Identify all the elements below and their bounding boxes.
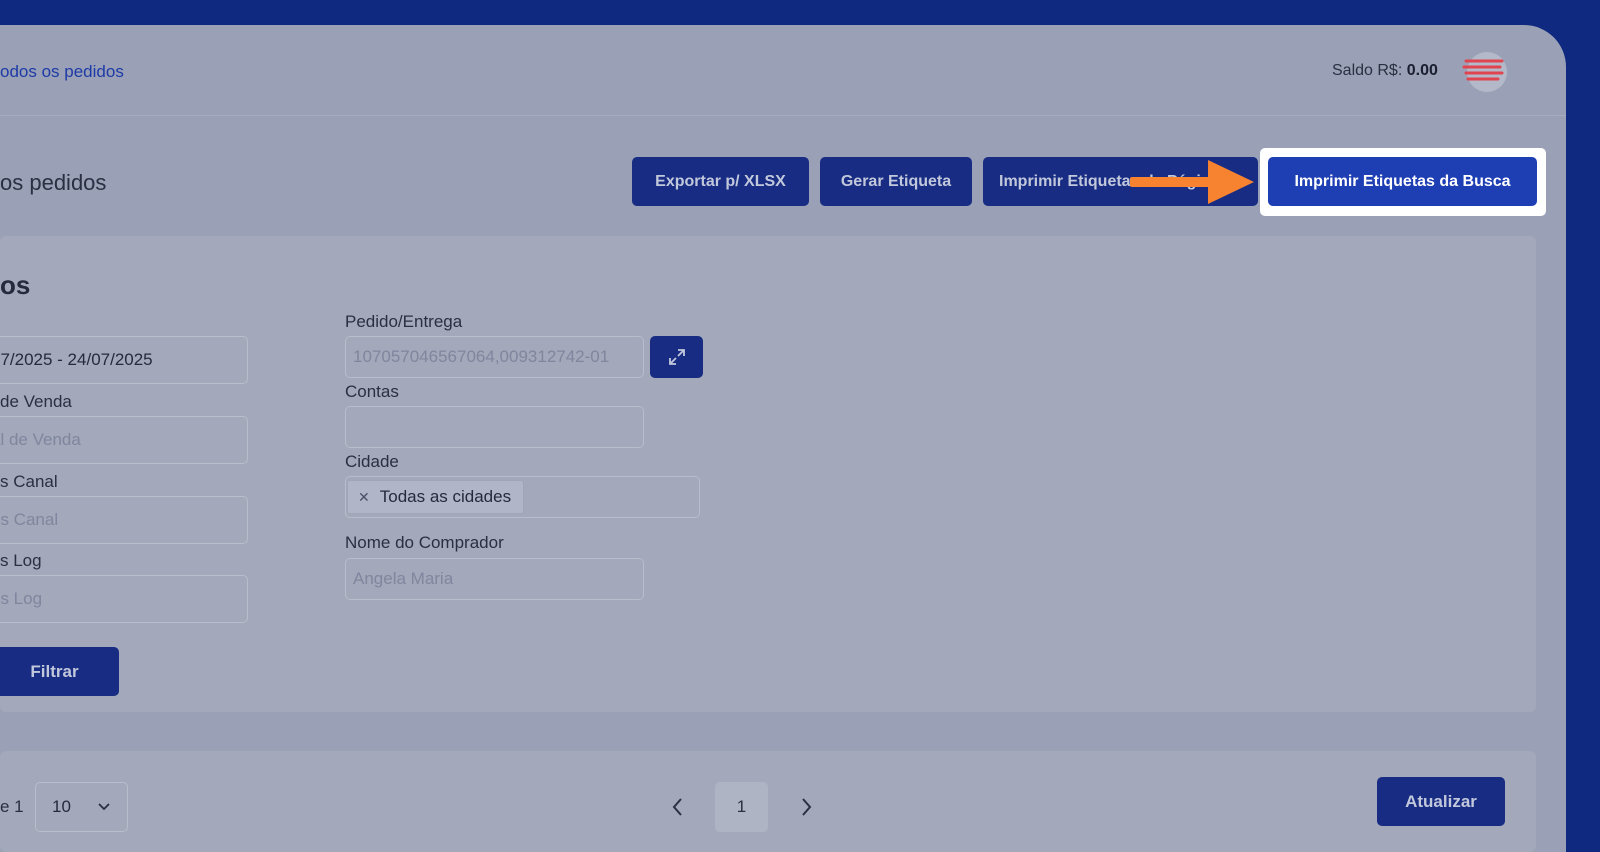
per-page-value: 10 [52,797,71,816]
page-number-current[interactable]: 1 [715,782,768,832]
sales-channel-label: de Venda [0,392,72,411]
order-delivery-input[interactable]: 107057046567064,009312742-01 [345,336,644,378]
tag-remove-icon[interactable]: ✕ [358,489,370,506]
filter-panel [0,236,1536,712]
filter-button[interactable]: Filtrar [0,647,119,696]
refresh-button[interactable]: Atualizar [1377,777,1505,826]
balance-label: Saldo R$: [1332,62,1403,79]
city-tag[interactable]: ✕ Todas as cidades [347,480,525,514]
expand-button[interactable] [650,336,703,378]
accounts-input[interactable] [345,406,644,448]
channel-status-select[interactable]: us Canal [0,496,248,544]
expand-icon [668,349,685,365]
breadcrumb-link[interactable]: odos os pedidos [0,62,124,82]
balance-value: 0.00 [1406,62,1438,79]
arrow-pointer-icon [1130,160,1254,204]
export-xlsx-button[interactable]: Exportar p/ XLSX [632,157,809,206]
order-delivery-label: Pedido/Entrega [345,312,463,331]
accounts-label: Contas [345,382,399,401]
page-info: e 1 [0,797,24,816]
frame-right-edge [1566,0,1600,852]
generate-label-button[interactable]: Gerar Etiqueta [820,157,972,206]
chevron-left-icon[interactable] [668,796,688,818]
pagination-panel [0,751,1536,852]
chevron-right-icon[interactable] [796,796,816,818]
hamburger-menu-icon[interactable] [1462,57,1506,85]
city-tag-label: Todas as cidades [379,487,512,506]
buyer-name-label: Nome do Comprador [345,533,504,552]
filter-title: os [0,270,31,300]
date-range-input[interactable]: 07/2025 - 24/07/2025 [0,336,248,384]
print-search-labels-button[interactable]: Imprimir Etiquetas da Busca [1268,157,1537,206]
sales-channel-select[interactable]: al de Venda [0,416,248,464]
page-title: os pedidos [0,170,107,195]
log-status-label: s Log [0,551,42,570]
per-page-select[interactable]: 10 [35,782,128,832]
city-label: Cidade [345,452,399,471]
log-status-select[interactable]: us Log [0,575,248,623]
chevron-down-icon [98,803,110,811]
channel-status-label: s Canal [0,472,58,491]
buyer-name-input[interactable]: Angela Maria [345,558,644,600]
balance: Saldo R$: 0.00 [1332,62,1438,80]
